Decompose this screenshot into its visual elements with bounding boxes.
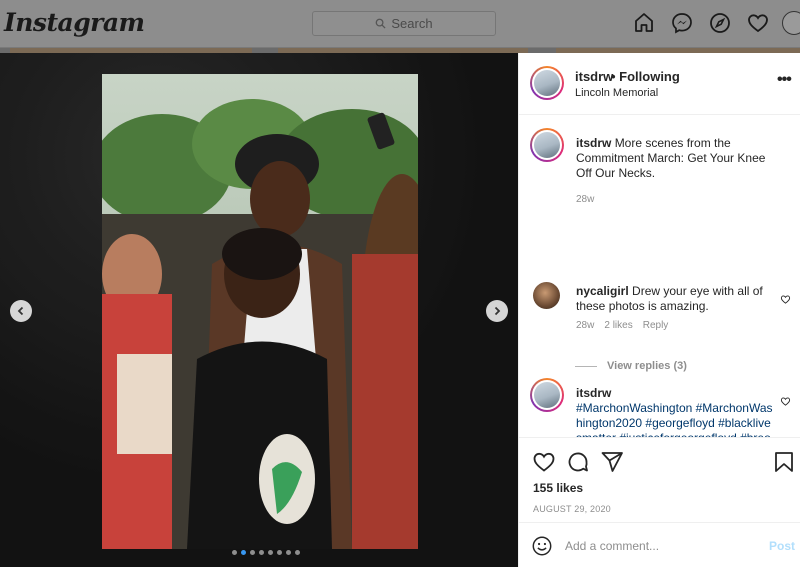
post-comment-button[interactable]: Post (769, 539, 795, 553)
post-header: itsdrw • Following Lincoln Memorial ••• (519, 53, 800, 115)
chevron-left-icon (17, 306, 24, 316)
hashtag-list[interactable]: #MarchonWashington #MarchonWashington202… (576, 401, 773, 437)
commenter-avatar[interactable] (530, 378, 564, 412)
caption-text: itsdrw More scenes from the Commitment M… (576, 136, 776, 181)
comment-likes[interactable]: 2 likes (604, 320, 632, 331)
author-avatar[interactable] (530, 66, 564, 100)
caption-username[interactable]: itsdrw (576, 136, 611, 150)
like-comment-heart-icon[interactable] (780, 394, 791, 406)
replies-divider (575, 365, 597, 367)
carousel-indicator (232, 550, 300, 555)
home-icon[interactable] (632, 11, 656, 35)
search-placeholder: Search (391, 16, 433, 31)
add-comment-bar: Post (519, 522, 800, 567)
comment-text: nycaligirl Drew your eye with all of the… (576, 284, 776, 314)
carousel-dot (250, 550, 255, 555)
author-username[interactable]: itsdrw (575, 69, 613, 84)
comment-username[interactable]: nycaligirl (576, 284, 629, 298)
carousel-dot (259, 550, 264, 555)
previous-photo-button[interactable] (10, 300, 32, 322)
reply-button[interactable]: Reply (643, 320, 669, 331)
post-actions: 155 likes AUGUST 29, 2020 Post (519, 437, 800, 567)
caption-meta: 28w (576, 194, 594, 205)
post-date: AUGUST 29, 2020 (533, 504, 611, 514)
add-comment-input[interactable] (565, 537, 755, 555)
like-heart-icon[interactable] (532, 450, 556, 474)
comments-section: itsdrw More scenes from the Commitment M… (519, 116, 800, 437)
carousel-dot (286, 550, 291, 555)
comment-text: itsdrw #MarchonWashington #MarchonWashin… (576, 386, 776, 437)
messenger-icon[interactable] (670, 11, 694, 35)
instagram-logo[interactable]: Instagram (4, 8, 145, 37)
like-comment-heart-icon[interactable] (780, 292, 791, 304)
view-replies-label: View replies (3) (607, 360, 687, 372)
post-details-panel: itsdrw • Following Lincoln Memorial ••• … (518, 53, 800, 567)
view-replies-button[interactable]: View replies (3) (575, 360, 687, 372)
caption-avatar[interactable] (530, 128, 564, 162)
more-options-icon[interactable]: ••• (777, 71, 792, 89)
carousel-dot (232, 550, 237, 555)
post-location[interactable]: Lincoln Memorial (575, 87, 658, 99)
comment-meta: 28w 2 likes Reply (576, 320, 668, 331)
carousel-dot (277, 550, 282, 555)
likes-count[interactable]: 155 likes (533, 481, 583, 495)
profile-avatar[interactable] (782, 11, 800, 35)
carousel-dot (268, 550, 273, 555)
caption-age[interactable]: 28w (576, 194, 594, 205)
comment-nycaligirl: nycaligirl Drew your eye with all of the… (530, 276, 792, 356)
share-send-icon[interactable] (600, 450, 624, 474)
bookmark-save-icon[interactable] (772, 450, 796, 474)
comment-username[interactable]: itsdrw (576, 386, 611, 400)
following-status[interactable]: • Following (611, 69, 680, 84)
next-photo-button[interactable] (486, 300, 508, 322)
comment-age[interactable]: 28w (576, 320, 594, 331)
chevron-right-icon (494, 306, 501, 316)
comment-hashtags: itsdrw #MarchonWashington #MarchonWashin… (530, 378, 792, 437)
post-photo[interactable] (102, 74, 418, 549)
top-navigation-bar: Instagram Search (0, 0, 800, 48)
post-media (0, 53, 518, 567)
carousel-dot (241, 550, 246, 555)
explore-icon[interactable] (708, 11, 732, 35)
caption: itsdrw More scenes from the Commitment M… (530, 128, 792, 208)
photo-illustration (102, 74, 418, 549)
nav-icons (632, 11, 770, 35)
emoji-smile-icon[interactable] (531, 535, 553, 557)
commenter-avatar[interactable] (533, 282, 560, 309)
search-box[interactable]: Search (312, 11, 496, 36)
carousel-dot (295, 550, 300, 555)
post-modal: itsdrw • Following Lincoln Memorial ••• … (0, 53, 800, 567)
search-icon (376, 18, 386, 29)
activity-heart-icon[interactable] (746, 11, 770, 35)
comment-bubble-icon[interactable] (566, 450, 590, 474)
